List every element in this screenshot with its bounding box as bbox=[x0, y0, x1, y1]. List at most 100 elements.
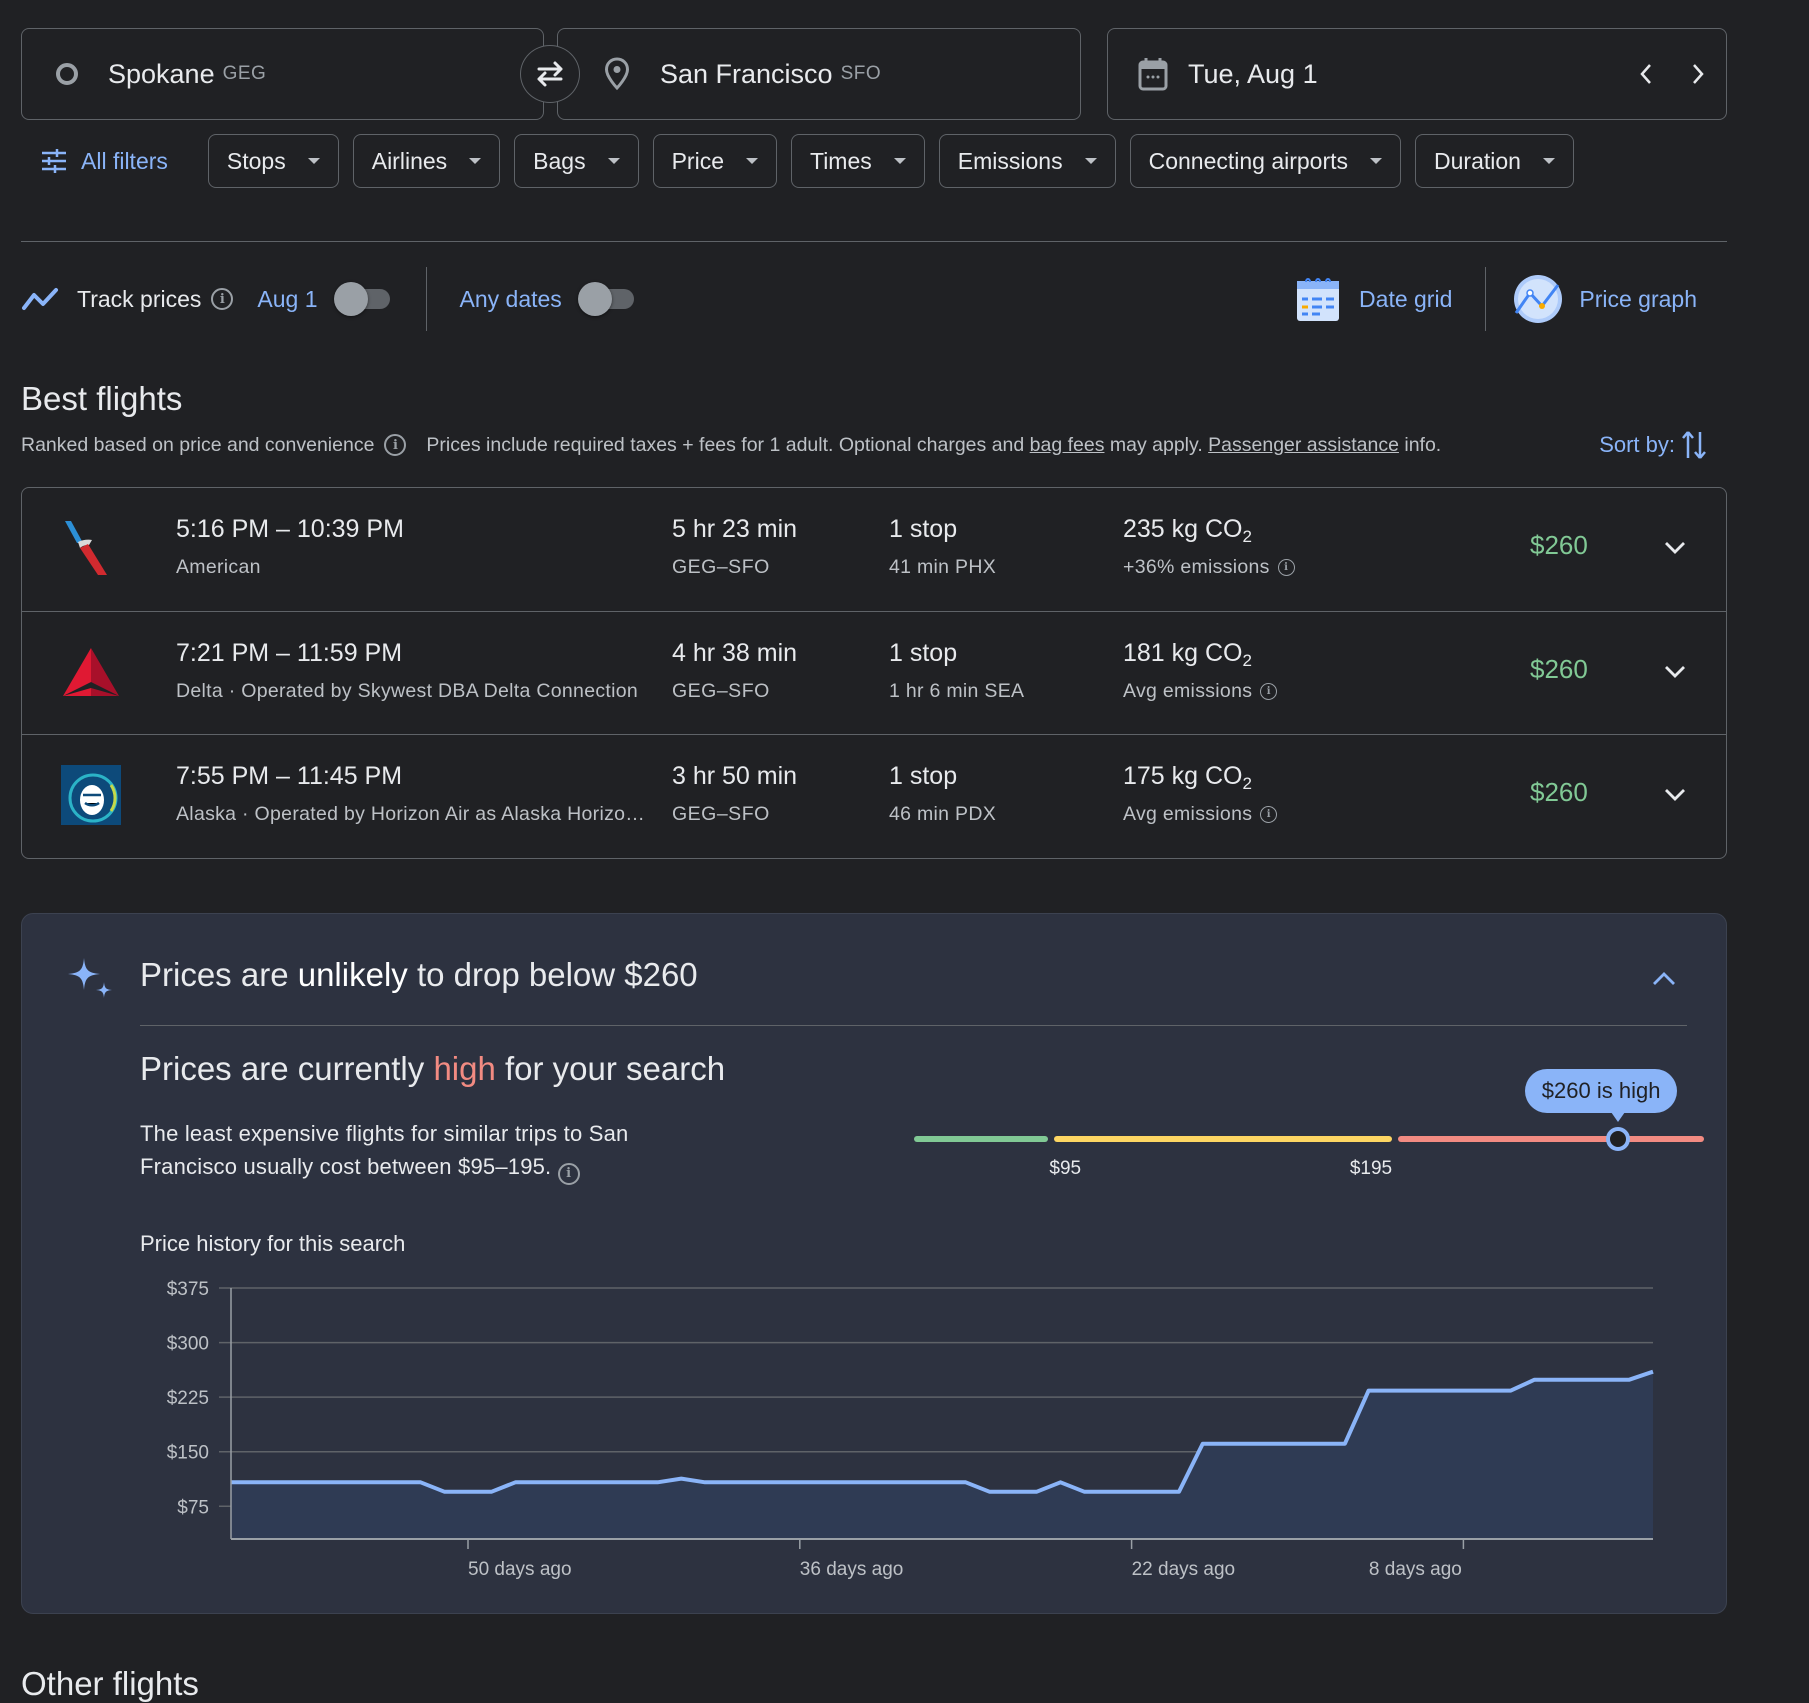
info-icon[interactable]: i bbox=[1277, 559, 1295, 576]
info-icon[interactable]: i bbox=[1260, 806, 1278, 823]
flight-duration: 3 hr 50 min bbox=[672, 762, 798, 790]
dropdown-arrow-icon bbox=[469, 158, 482, 164]
filter-chip-airlines[interactable]: Airlines bbox=[352, 134, 501, 188]
range-segment-high bbox=[1397, 1136, 1704, 1142]
expand-button[interactable] bbox=[1655, 775, 1695, 815]
flight-times: 5:16 PM – 10:39 PM bbox=[176, 515, 404, 543]
all-filters-button[interactable]: All filters bbox=[41, 148, 168, 175]
best-flights-subtitle: Ranked based on price and convenience i … bbox=[21, 428, 1727, 462]
date-field[interactable]: Tue, Aug 1 bbox=[1107, 28, 1727, 120]
origin-city: Spokane bbox=[108, 58, 215, 89]
tooltip-pointer bbox=[1611, 1112, 1626, 1122]
info-icon[interactable]: i bbox=[557, 1162, 580, 1185]
filter-chip-duration[interactable]: Duration bbox=[1415, 134, 1574, 188]
filter-chip-bags[interactable]: Bags bbox=[514, 134, 639, 188]
flight-row[interactable]: 7:21 PM – 11:59 PM Delta · Operated by S… bbox=[22, 611, 1726, 734]
info-icon[interactable]: i bbox=[1260, 683, 1278, 700]
chip-label: Stops bbox=[226, 147, 286, 174]
emissions-label: Avg emissions bbox=[1123, 680, 1253, 702]
flight-stops: 1 stop bbox=[889, 639, 958, 667]
track-prices-label: Track prices bbox=[77, 285, 202, 312]
flight-co2: 235 kg CO2 bbox=[1123, 515, 1252, 547]
track-prices-toggle[interactable] bbox=[333, 282, 392, 316]
info-icon[interactable]: i bbox=[211, 288, 234, 310]
emissions-label: +36% emissions bbox=[1123, 556, 1270, 578]
expand-button[interactable] bbox=[1655, 652, 1695, 692]
flight-times: 7:21 PM – 11:59 PM bbox=[176, 639, 403, 667]
chevron-down-icon bbox=[1665, 666, 1685, 678]
flight-layover: 46 min PDX bbox=[889, 803, 997, 825]
passenger-assistance-link[interactable]: Passenger assistance bbox=[1208, 434, 1399, 457]
chip-label: Emissions bbox=[957, 147, 1063, 174]
origin-field[interactable]: Spokane GEG bbox=[21, 28, 544, 120]
price-graph-icon bbox=[1514, 275, 1563, 323]
filter-chip-emissions[interactable]: Emissions bbox=[938, 134, 1116, 188]
date-label: Tue, Aug 1 bbox=[1188, 58, 1318, 89]
bag-fees-link[interactable]: bag fees bbox=[1030, 434, 1105, 457]
destination-field[interactable]: San Francisco SFO bbox=[557, 28, 1081, 120]
co2-subscript: 2 bbox=[1242, 774, 1252, 793]
co2-value: 235 kg CO bbox=[1123, 515, 1243, 543]
range-low-label: $95 bbox=[1049, 1158, 1082, 1179]
info-icon[interactable]: i bbox=[384, 434, 407, 456]
flight-times: 7:55 PM – 11:45 PM bbox=[176, 762, 403, 790]
filter-chip-price[interactable]: Price bbox=[652, 134, 777, 188]
flight-duration: 4 hr 38 min bbox=[672, 639, 798, 667]
flight-layover: 1 hr 6 min SEA bbox=[889, 680, 1025, 702]
tune-icon bbox=[42, 149, 66, 173]
next-date-button[interactable] bbox=[1683, 59, 1713, 89]
co2-value: 175 kg CO bbox=[1123, 762, 1243, 790]
flight-duration: 5 hr 23 min bbox=[672, 515, 798, 543]
page-margin bbox=[1747, 0, 1809, 1689]
other-flights-title: Other flights bbox=[21, 1665, 199, 1702]
price-range-bar: $95 $195 $260 is high bbox=[891, 1050, 1711, 1190]
any-dates-toggle[interactable] bbox=[577, 282, 636, 316]
sort-by-button[interactable]: Sort by: bbox=[1599, 428, 1707, 462]
insights-headline: Prices are unlikely to drop below $260 bbox=[140, 956, 698, 994]
sparkle-icon bbox=[68, 958, 112, 998]
description-text: The least expensive flights for similar … bbox=[140, 1121, 629, 1179]
chip-label: Bags bbox=[533, 147, 586, 174]
filter-chip-times[interactable]: Times bbox=[791, 134, 925, 188]
current-price-marker bbox=[1606, 1127, 1631, 1151]
chip-label: Price bbox=[671, 147, 724, 174]
dropdown-arrow-icon bbox=[307, 158, 320, 164]
chip-label: Airlines bbox=[371, 147, 448, 174]
calendar-icon bbox=[1138, 58, 1168, 91]
american-airlines-logo bbox=[65, 521, 107, 575]
range-high-label: $195 bbox=[1349, 1158, 1393, 1179]
price-graph-button[interactable]: Price graph bbox=[1513, 273, 1697, 325]
dropdown-arrow-icon bbox=[1542, 158, 1555, 164]
swap-button[interactable] bbox=[520, 45, 580, 103]
dropdown-arrow-icon bbox=[1370, 158, 1383, 164]
collapse-button[interactable] bbox=[1644, 959, 1684, 999]
sort-by-label: Sort by: bbox=[1599, 432, 1675, 457]
best-flights-list: 5:16 PM – 10:39 PM American 5 hr 23 min … bbox=[21, 487, 1727, 859]
filter-chip-stops[interactable]: Stops bbox=[207, 134, 339, 188]
flight-emissions: +36% emissions i bbox=[1123, 556, 1295, 579]
flight-row[interactable]: 5:16 PM – 10:39 PM American 5 hr 23 min … bbox=[22, 488, 1726, 611]
emissions-label: Avg emissions bbox=[1123, 803, 1253, 825]
date-grid-label: Date grid bbox=[1359, 285, 1453, 312]
headline-part: to drop below $260 bbox=[407, 956, 698, 993]
trending-line-icon bbox=[22, 288, 58, 310]
flight-price: $260 bbox=[1530, 654, 1588, 684]
expand-button[interactable] bbox=[1655, 528, 1695, 568]
flight-row[interactable]: 7:55 PM – 11:45 PM Alaska · Operated by … bbox=[22, 734, 1726, 857]
any-dates-label: Any dates bbox=[459, 285, 562, 312]
date-grid-button[interactable]: Date grid bbox=[1295, 275, 1452, 323]
chevron-right-icon bbox=[1693, 64, 1704, 84]
destination-code: SFO bbox=[840, 63, 882, 84]
filter-chip-connecting-airports[interactable]: Connecting airports bbox=[1129, 134, 1402, 188]
track-date-label: Aug 1 bbox=[257, 285, 318, 312]
flight-airline: American bbox=[176, 556, 261, 578]
status-level: high bbox=[433, 1050, 496, 1087]
prev-date-button[interactable] bbox=[1631, 59, 1661, 89]
flight-co2: 175 kg CO2 bbox=[1123, 762, 1252, 794]
price-range-description: The least expensive flights for similar … bbox=[140, 1117, 700, 1185]
divider bbox=[21, 241, 1727, 242]
flight-route: GEG–SFO bbox=[672, 680, 770, 702]
all-filters-label: All filters bbox=[81, 147, 168, 174]
range-segment-typical bbox=[1054, 1136, 1392, 1142]
flight-co2: 181 kg CO2 bbox=[1123, 639, 1252, 671]
